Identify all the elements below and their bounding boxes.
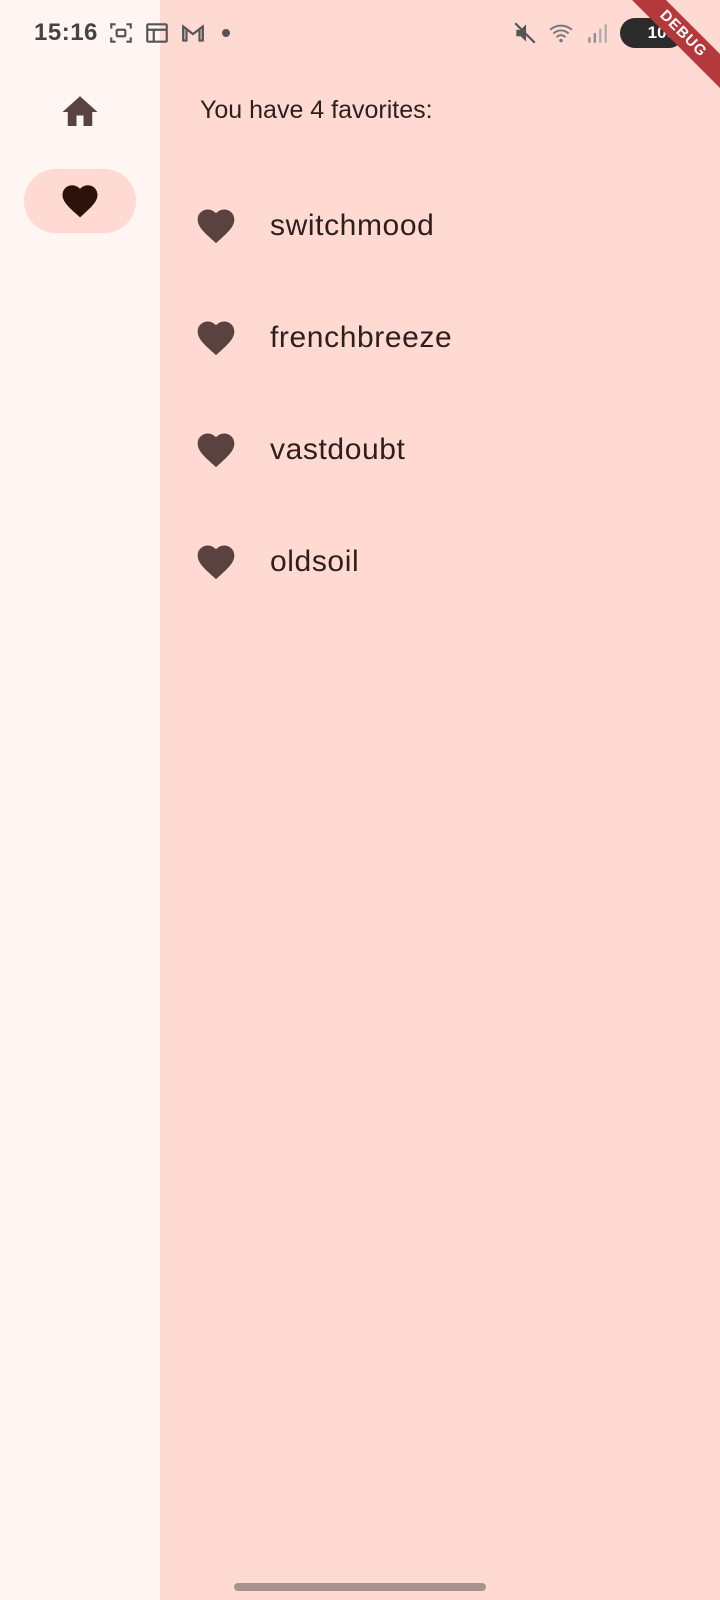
heart-icon: [197, 209, 235, 244]
heart-icon: [62, 185, 98, 218]
status-bar: 15:16 100: [0, 0, 720, 64]
nav-favorites-button[interactable]: [24, 169, 136, 233]
nav-home-button[interactable]: [24, 80, 136, 144]
list-item[interactable]: frenchbreeze: [160, 282, 720, 394]
wifi-icon: [549, 24, 573, 43]
list-item[interactable]: switchmood: [160, 170, 720, 282]
status-time: 15:16: [34, 19, 98, 46]
heart-icon: [197, 545, 235, 580]
favorites-list: switchmood frenchbreeze vastdoubt oldsoi…: [160, 170, 720, 618]
navigation-rail: [0, 0, 160, 1600]
favorites-page: You have 4 favorites: switchmood frenchb…: [160, 0, 720, 1600]
calendar-icon: [146, 23, 168, 43]
status-left: 15:16: [34, 16, 230, 50]
favorites-count-header: You have 4 favorites:: [200, 96, 433, 124]
heart-icon: [197, 321, 235, 356]
mute-icon: [514, 22, 536, 44]
list-item[interactable]: vastdoubt: [160, 394, 720, 506]
screenshot-icon: [110, 23, 132, 43]
list-item[interactable]: oldsoil: [160, 506, 720, 618]
home-icon: [62, 96, 98, 126]
notification-dot-icon: [221, 29, 230, 37]
heart-icon: [197, 433, 235, 468]
favorite-label: oldsoil: [270, 545, 360, 578]
gesture-navigation-bar[interactable]: [234, 1583, 486, 1591]
favorite-label: vastdoubt: [270, 433, 406, 466]
gmail-icon: [182, 24, 204, 42]
favorite-label: switchmood: [270, 209, 435, 242]
favorite-label: frenchbreeze: [270, 321, 453, 354]
signal-icon: [588, 24, 607, 43]
